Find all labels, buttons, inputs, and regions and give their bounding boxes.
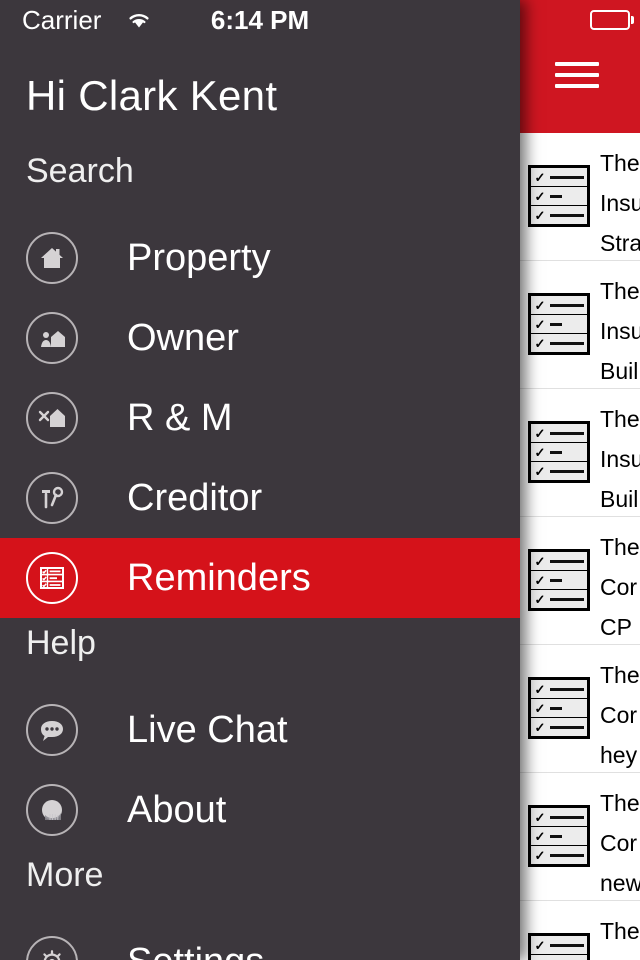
list-item-line: CP: [600, 614, 632, 640]
checklist-icon: ✓✓✓: [528, 165, 590, 227]
sidebar-item-settings[interactable]: Settings: [0, 922, 520, 960]
sidebar-item-creditor[interactable]: Creditor: [0, 458, 520, 538]
sidebar-item-owner[interactable]: Owner: [0, 298, 520, 378]
sidebar-item-property[interactable]: Property: [0, 218, 520, 298]
list-item-line: Stra: [600, 230, 640, 256]
list-item-text: The Insu Buil: [600, 399, 640, 519]
owner-house-icon: [26, 312, 78, 364]
sidebar-item-about[interactable]: About: [0, 770, 520, 850]
list-item[interactable]: ✓ ✓ ✓ The Cor new: [520, 773, 640, 901]
list-item-line: Cor: [600, 951, 640, 960]
checklist-icon: ✓✓✓: [528, 933, 590, 960]
checklist-icon: [26, 552, 78, 604]
sidebar-item-reminders[interactable]: Reminders: [0, 538, 520, 618]
list-item-line: Insu: [600, 318, 640, 344]
sidebar-item-label: Creditor: [127, 476, 263, 519]
section-header-search: Search: [26, 152, 134, 190]
section-header-more: More: [26, 856, 104, 894]
list-item-text: The Insu Stra: [600, 143, 640, 263]
gear-icon: [26, 936, 78, 960]
list-item-text: The Cor: [600, 911, 640, 960]
house-icon: [26, 232, 78, 284]
sidebar-item-label: R & M: [127, 396, 233, 439]
sidebar-item-label: About: [127, 788, 227, 831]
battery-icon: [590, 10, 634, 30]
list-item[interactable]: ✓ ✓ ✓ The Insu Buil: [520, 389, 640, 517]
list-item-line: Insu: [600, 446, 640, 472]
checklist-icon: ✓✓✓: [528, 421, 590, 483]
checklist-icon: ✓✓✓: [528, 805, 590, 867]
page-title: Hi Clark Kent: [26, 72, 278, 119]
list-item-text: The Cor new: [600, 783, 640, 903]
navigation-drawer: Carrier 6:14 PM Hi Clark Kent Search Pro…: [0, 0, 520, 960]
list-item-line: Cor: [600, 830, 638, 856]
hamburger-menu-icon[interactable]: [555, 53, 601, 97]
list-item-text: The Cor CP: [600, 527, 640, 647]
list-item-line: The: [600, 790, 640, 816]
sidebar-item-label: Reminders: [127, 556, 311, 599]
list-item-line: Buil: [600, 486, 639, 512]
list-item-line: Buil: [600, 358, 639, 384]
checklist-icon: ✓✓✓: [528, 293, 590, 355]
list-item-line: Insu: [600, 190, 640, 216]
app-screen: ✓ ✓ ✓ The Insu Stra ✓ ✓ ✓ The Insu Buil ✓ ✓ ✓ The Insu Bu…: [0, 0, 640, 960]
list-item-text: The Cor hey: [600, 655, 640, 775]
section-header-help: Help: [26, 624, 96, 662]
list-item[interactable]: ✓✓✓ The Cor: [520, 901, 640, 960]
list-item-line: Cor: [600, 574, 638, 600]
list-item-line: new: [600, 870, 640, 896]
checklist-icon: ✓✓✓: [528, 549, 590, 611]
list-item-text: The Insu Buil: [600, 271, 640, 391]
sidebar-item-label: Settings: [127, 941, 264, 960]
list-item-line: The: [600, 150, 640, 176]
list-item[interactable]: ✓ ✓ ✓ The Cor hey: [520, 645, 640, 773]
sidebar-item-live-chat[interactable]: Live Chat: [0, 690, 520, 770]
repair-house-icon: [26, 392, 78, 444]
reminders-list[interactable]: ✓ ✓ ✓ The Insu Stra ✓ ✓ ✓ The Insu Buil ✓ ✓ ✓ The Insu Bu…: [520, 133, 640, 960]
content-header: [520, 0, 640, 133]
chat-bubble-icon: [26, 704, 78, 756]
hammer-wrench-icon: [26, 472, 78, 524]
list-item-line: The: [600, 406, 640, 432]
sidebar-item-r-m[interactable]: R & M: [0, 378, 520, 458]
sidebar-item-label: Live Chat: [127, 708, 288, 751]
list-item[interactable]: ✓ ✓ ✓ The Insu Buil: [520, 261, 640, 389]
sidebar-item-label: Property: [127, 236, 271, 279]
logo-circle-icon: [26, 784, 78, 836]
list-item-line: The: [600, 534, 640, 560]
list-item-line: The: [600, 662, 640, 688]
list-item-line: Cor: [600, 702, 638, 728]
list-item-line: hey: [600, 742, 638, 768]
status-bar: Carrier 6:14 PM: [0, 0, 520, 40]
content-panel: ✓ ✓ ✓ The Insu Stra ✓ ✓ ✓ The Insu Buil ✓ ✓ ✓ The Insu Bu…: [520, 0, 640, 960]
list-item[interactable]: ✓ ✓ ✓ The Insu Stra: [520, 133, 640, 261]
status-time: 6:14 PM: [210, 5, 310, 35]
list-item-line: The: [600, 918, 640, 944]
sidebar-item-label: Owner: [127, 316, 239, 359]
list-item[interactable]: ✓ ✓ ✓ The Cor CP: [520, 517, 640, 645]
list-item-line: The: [600, 278, 640, 304]
checklist-icon: ✓✓✓: [528, 677, 590, 739]
